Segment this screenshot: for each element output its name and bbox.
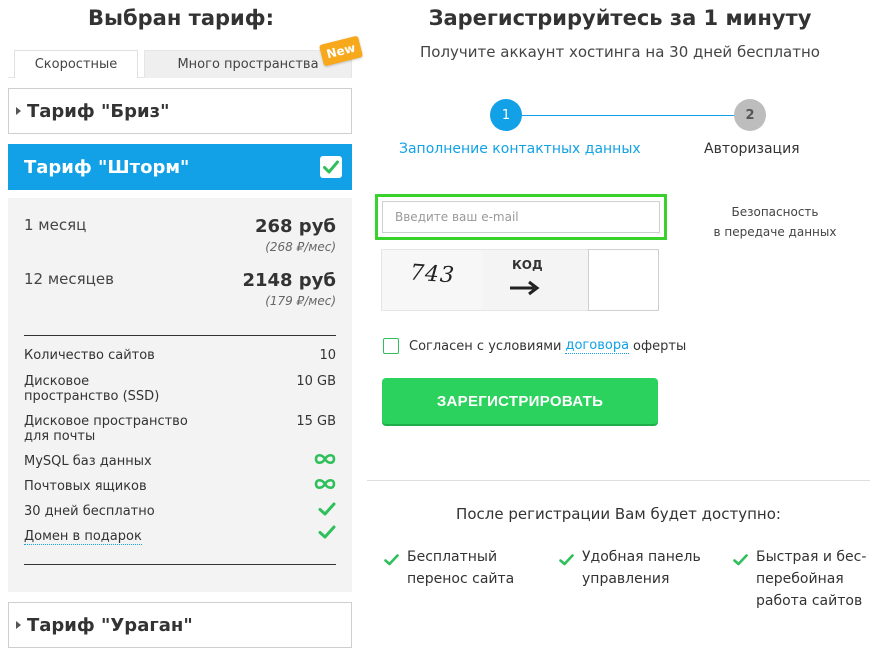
plan-details-panel: 1 месяц 268 руб (268 ₽/мес) 12 месяцев 2… [8, 198, 352, 592]
infinity-icon [314, 452, 336, 466]
check-icon [559, 551, 574, 573]
price-value: 2148 руб [242, 270, 336, 291]
plan-briz-label: Тариф "Бриз" [27, 100, 170, 122]
agree-terms: Согласен с условиями договора оферты [383, 338, 686, 354]
feature-mail-disk: Дисковое пространство для почты 15 GB [24, 414, 336, 444]
after-registration-title: После регистрации Вам будет доступно: [456, 505, 781, 523]
price-period: 12 месяцев [24, 270, 114, 288]
captcha-code-input[interactable] [588, 249, 659, 311]
selected-plan-title: Выбран тариф: [87, 6, 274, 30]
register-subtitle: Получите аккаунт хостинга на 30 дней бес… [420, 43, 820, 61]
domain-gift-link[interactable]: Домен в подарок [24, 529, 142, 545]
feature-disk: Дисковое пространство (SSD) 10 GB [24, 374, 336, 404]
plan-briz[interactable]: Тариф "Бриз" [8, 88, 352, 134]
feature-mailboxes: Почтовых ящиков [24, 477, 336, 495]
plan-tabs: Скоростные Много пространства [8, 44, 352, 78]
check-icon [318, 525, 336, 539]
plan-uragan-label: Тариф "Ураган" [27, 614, 193, 636]
tab-fast[interactable]: Скоростные [14, 50, 138, 78]
captcha-block: 743 КОД [381, 249, 659, 311]
divider [367, 480, 870, 481]
divider [24, 335, 336, 336]
feature-trial: 30 дней бесплатно [24, 502, 336, 520]
step-1-indicator: 1 [490, 99, 522, 131]
benefit-fast-work: Быстрая и бес- перебойная работа сайтов [733, 546, 866, 612]
register-button[interactable]: ЗАРЕГИСТРИРОВАТЬ [382, 378, 658, 424]
check-icon [384, 551, 399, 573]
benefit-site-transfer: Бесплатный перенос сайта [384, 546, 514, 590]
security-note: Безопасность в передаче данных [713, 205, 837, 239]
email-input[interactable] [382, 201, 660, 233]
email-field-highlight [375, 194, 667, 240]
new-badge: New [318, 35, 364, 67]
step-1-label: Заполнение контактных данных [399, 141, 641, 157]
captcha-image: 743 [382, 250, 482, 310]
contract-link[interactable]: договора [565, 338, 630, 354]
check-icon [733, 551, 748, 573]
price-value: 268 руб [254, 216, 336, 237]
price-per-month: (179 ₽/мес) [265, 294, 336, 308]
step-2-indicator: 2 [734, 99, 766, 131]
price-row-12-months[interactable]: 12 месяцев 2148 руб (179 ₽/мес) [24, 270, 336, 314]
step-2-label: Авторизация [704, 141, 800, 157]
price-per-month: (268 ₽/мес) [265, 240, 336, 254]
captcha-text: 743 [409, 260, 456, 289]
caret-right-icon [16, 107, 21, 115]
caret-right-icon [16, 621, 21, 629]
plan-uragan[interactable]: Тариф "Ураган" [8, 602, 352, 648]
plan-shtorm[interactable]: Тариф "Шторм" [8, 144, 352, 190]
feature-sites: Количество сайтов 10 [24, 348, 336, 363]
step-progress-line [522, 115, 734, 116]
price-period: 1 месяц [24, 216, 87, 234]
arrow-right-icon [508, 280, 540, 300]
divider [24, 564, 336, 565]
price-row-1-month[interactable]: 1 месяц 268 руб (268 ₽/мес) [24, 216, 336, 260]
benefit-control-panel: Удобная панель управления [559, 546, 701, 590]
selected-check-icon [320, 156, 342, 178]
infinity-icon [314, 477, 336, 491]
code-label: КОД [512, 258, 543, 272]
register-title: Зарегистрируйтесь за 1 минуту [428, 6, 812, 30]
plan-shtorm-label: Тариф "Шторм" [24, 156, 190, 178]
feature-mysql: MySQL баз данных [24, 452, 336, 470]
check-icon [318, 502, 336, 516]
agree-checkbox[interactable] [383, 338, 399, 354]
feature-domain: Домен в подарок [24, 525, 336, 547]
